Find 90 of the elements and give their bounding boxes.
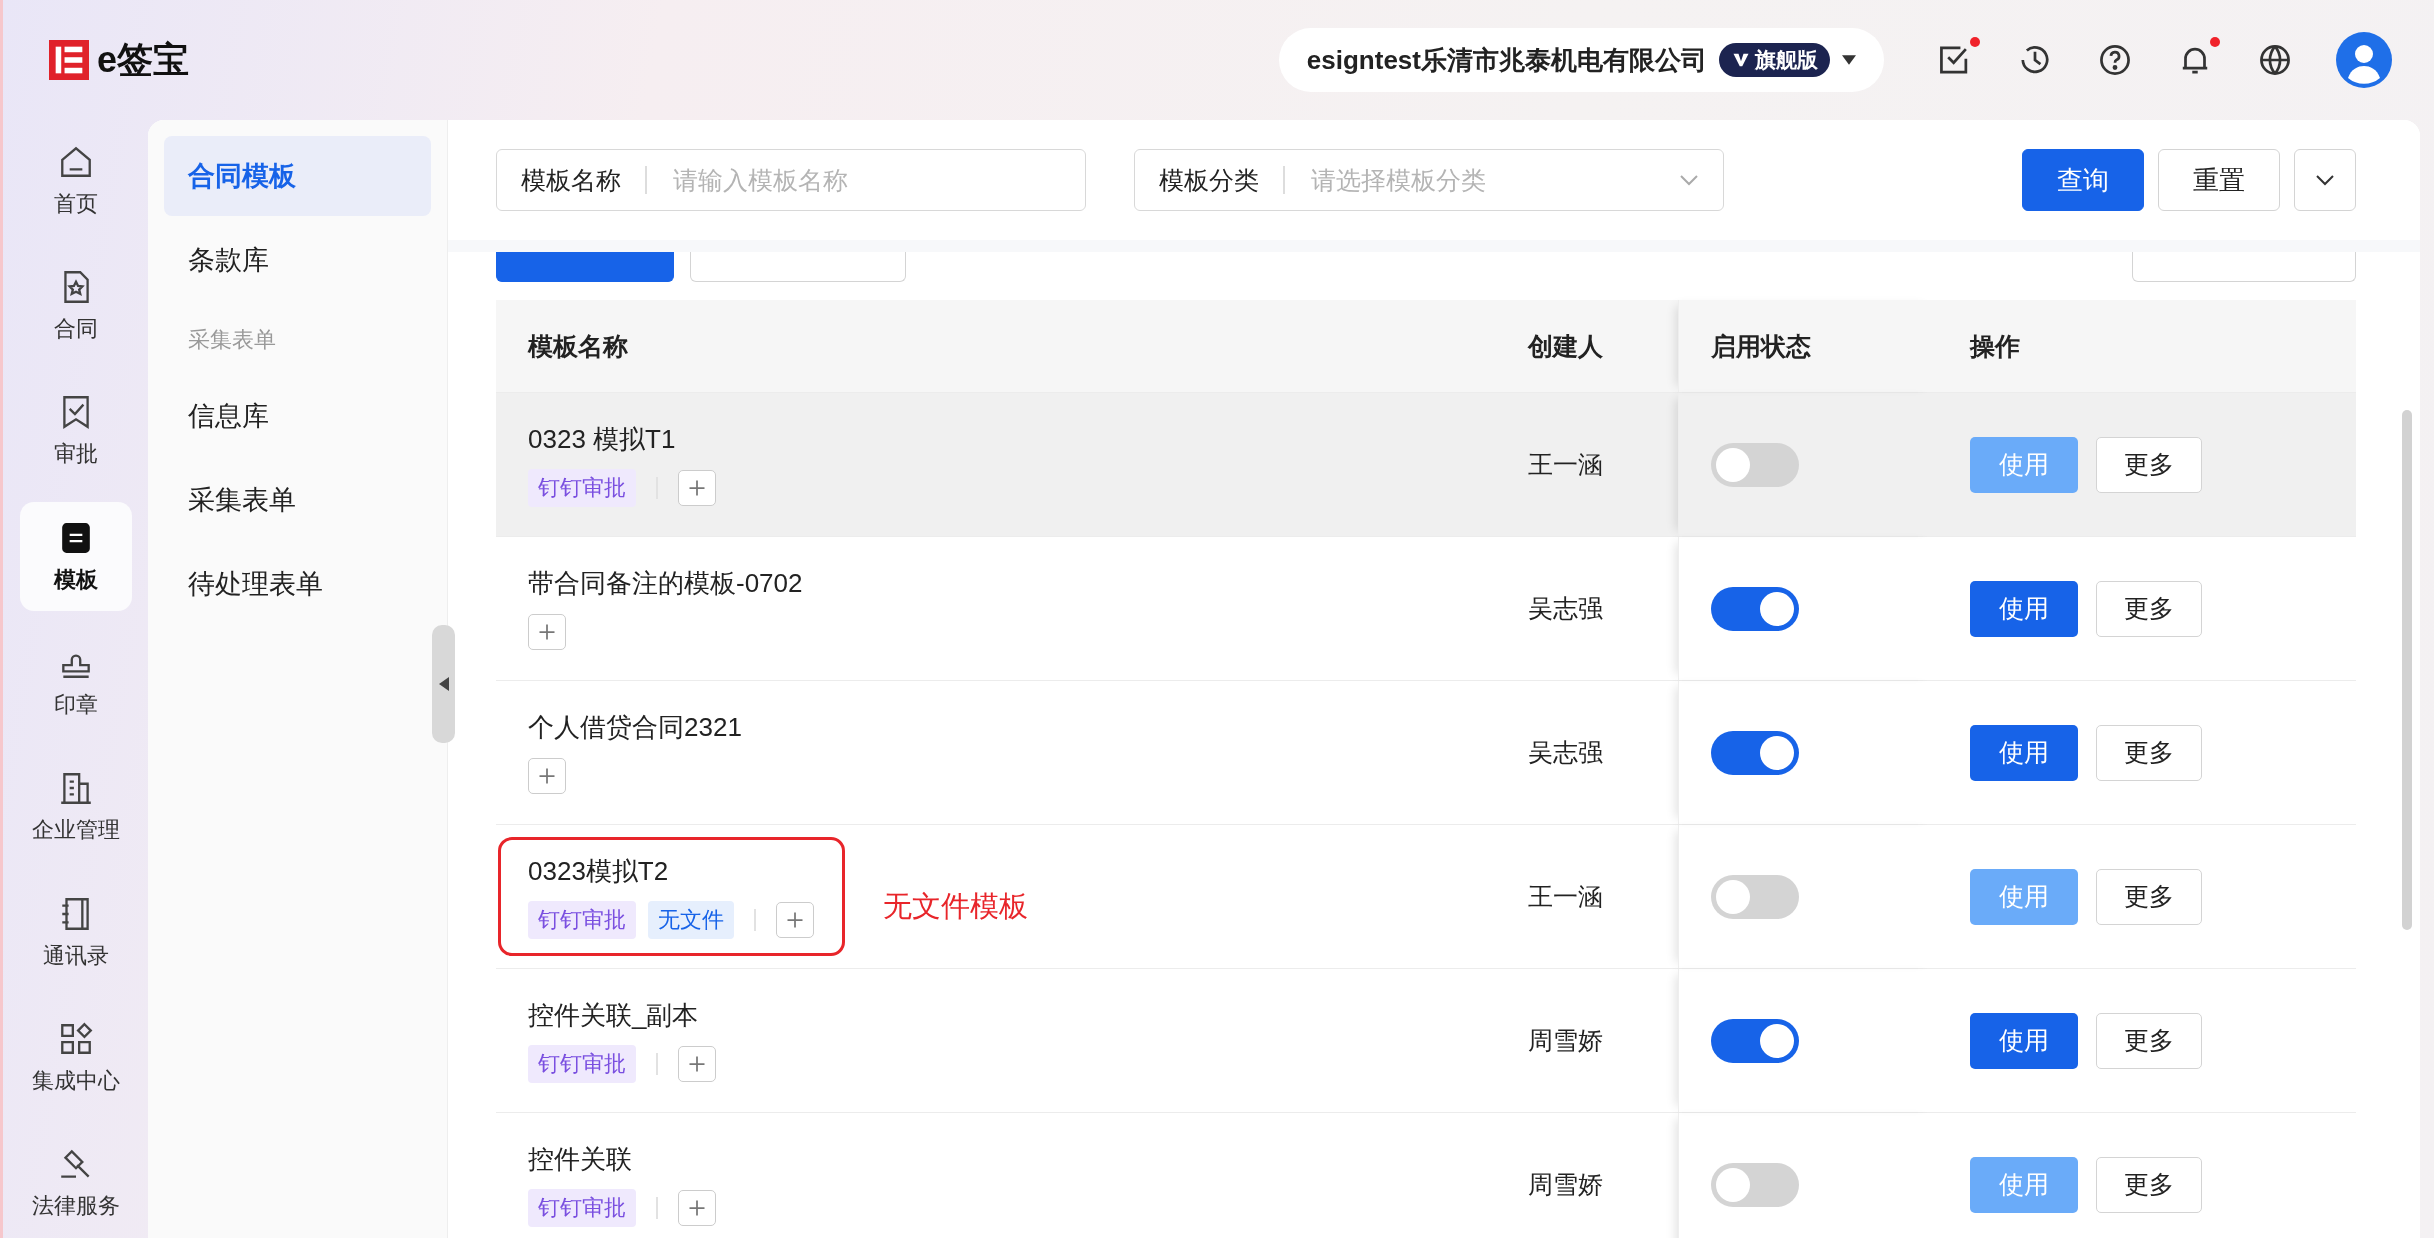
collapse-icon	[438, 677, 449, 691]
tag: 无文件	[648, 901, 734, 939]
nav-item[interactable]: 集成中心	[19, 1003, 132, 1113]
nav-item[interactable]: 模板	[19, 502, 132, 612]
filter-field[interactable]: 模板名称 请输入模板名称	[496, 149, 1086, 211]
edition-badge: 旗舰版	[1719, 43, 1830, 77]
field-label: 模板名称	[521, 164, 621, 196]
nav-item[interactable]: 通讯录	[19, 877, 132, 988]
chevron-icon	[2315, 174, 2335, 186]
nav-item[interactable]: 企业管理	[19, 752, 132, 862]
nav-item[interactable]: 审批	[19, 376, 132, 486]
filter-field[interactable]: 模板分类 请选择模板分类	[1134, 149, 1724, 211]
nav-label: 法律服务	[31, 1192, 120, 1221]
nav-item[interactable]: 合同	[19, 251, 132, 361]
template-name: 带合同备注的模板-0702	[528, 567, 803, 600]
reset-button[interactable]: 重置	[2158, 149, 2280, 211]
notification-dot	[2210, 37, 2220, 47]
group-label: 采集表单	[187, 326, 277, 354]
nav-item[interactable]: 首页	[19, 126, 132, 236]
tag: 钉钉审批	[528, 901, 636, 939]
field-label: 模板分类	[1159, 164, 1259, 196]
creator-name: 王一涵	[1528, 449, 1603, 480]
add-tag-button[interactable]	[677, 1046, 716, 1082]
chevron-icon	[1679, 174, 1699, 186]
creator-name: 王一涵	[1528, 881, 1603, 912]
submenu-item[interactable]: 条款库	[164, 220, 431, 300]
query-button[interactable]: 查询	[2022, 149, 2144, 211]
more-button[interactable]: 更多	[2096, 1156, 2202, 1213]
add-tag-button[interactable]	[528, 614, 566, 650]
submenu-item[interactable]: 信息库	[164, 376, 431, 456]
nav-label: 集成中心	[31, 1066, 120, 1095]
notification-dot	[1970, 37, 1980, 47]
nav-label: 合同	[53, 315, 98, 343]
more-button[interactable]: 更多	[2096, 580, 2202, 637]
annotation-text: 无文件模板	[882, 888, 1028, 924]
tag: 钉钉审批	[528, 469, 636, 507]
creator-name: 吴志强	[1528, 593, 1603, 624]
add-tag-button[interactable]	[528, 758, 566, 794]
nav-label: 首页	[53, 189, 98, 218]
submenu-item[interactable]: 采集表单	[164, 460, 431, 540]
template-name: 个人借贷合同2321	[528, 711, 742, 744]
plus-icon	[537, 622, 557, 642]
nav-label: 通讯录	[42, 941, 109, 970]
company-switcher[interactable]: esigntest乐清市兆泰机电有限公司 旗舰版	[1278, 28, 1884, 92]
enable-toggle[interactable]	[1711, 586, 1799, 631]
submenu-item[interactable]: 待处理表单	[164, 544, 431, 624]
tag: 钉钉审批	[528, 1189, 636, 1227]
add-tag-button[interactable]	[677, 1190, 716, 1226]
submenu-item[interactable]: 合同模板	[164, 136, 431, 216]
template-name: 控件关联	[528, 1143, 633, 1176]
add-tag-button[interactable]	[775, 902, 814, 938]
use-button[interactable]: 使用	[1970, 580, 2078, 637]
more-button[interactable]: 更多	[2096, 436, 2202, 493]
use-button[interactable]: 使用	[1970, 1012, 2078, 1069]
more-button[interactable]: 更多	[2096, 868, 2202, 925]
enable-toggle[interactable]	[1711, 730, 1799, 775]
template-name: 控件关联_副本	[528, 999, 700, 1032]
nav-item[interactable]: 法律服务	[19, 1128, 132, 1238]
template-name: 0323模拟T2	[528, 855, 670, 888]
column-header: 创建人	[1528, 330, 1603, 362]
caret-icon	[1842, 55, 1856, 65]
creator-name: 周雪娇	[1528, 1025, 1603, 1056]
nav-label: 印章	[53, 690, 98, 719]
tag: 钉钉审批	[528, 1045, 636, 1083]
nav-item[interactable]: 印章	[19, 627, 132, 737]
nav-label: 审批	[53, 440, 98, 469]
enable-toggle[interactable]	[1711, 1018, 1799, 1063]
column-header: 启用状态	[1711, 330, 1811, 362]
filter-input[interactable]: 请选择模板分类	[1308, 164, 1679, 196]
nav-label: 企业管理	[31, 816, 120, 845]
add-tag-button[interactable]	[677, 470, 716, 506]
enable-toggle[interactable]	[1711, 1162, 1799, 1207]
plus-icon	[537, 766, 557, 786]
template-name: 0323 模拟T1	[528, 423, 677, 456]
more-button[interactable]: 更多	[2096, 724, 2202, 781]
logo-icon	[49, 40, 89, 80]
creator-name: 周雪娇	[1528, 1169, 1603, 1200]
column-header: 模板名称	[528, 330, 628, 362]
more-button[interactable]: 更多	[2096, 1012, 2202, 1069]
brand-name: e签宝	[97, 37, 190, 82]
collapse-handle[interactable]	[432, 625, 455, 743]
enable-toggle[interactable]	[1711, 874, 1799, 919]
nav-label: 模板	[53, 565, 98, 594]
creator-name: 吴志强	[1528, 737, 1603, 768]
column-header: 操作	[1970, 330, 2020, 362]
filter-input[interactable]: 请输入模板名称	[670, 164, 1061, 196]
avatar-icon[interactable]	[2336, 32, 2392, 88]
use-button[interactable]: 使用	[1970, 724, 2078, 781]
scrollbar[interactable]	[2402, 410, 2412, 930]
enable-toggle[interactable]	[1711, 442, 1799, 487]
